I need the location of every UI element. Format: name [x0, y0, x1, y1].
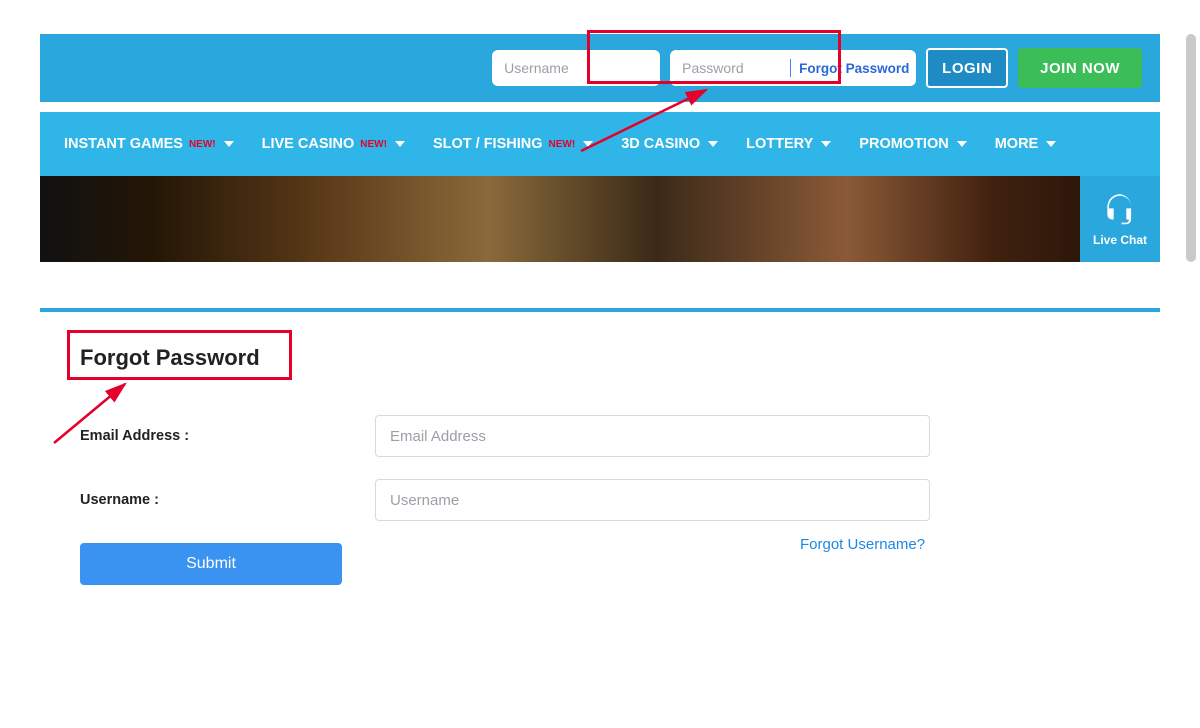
email-input[interactable] — [375, 415, 930, 457]
chevron-down-icon — [583, 141, 593, 147]
headset-icon — [1101, 191, 1139, 229]
page-title: Forgot Password — [80, 345, 260, 371]
nav-promotion[interactable]: PROMOTION — [859, 136, 966, 152]
chevron-down-icon — [821, 141, 831, 147]
live-chat-button[interactable]: Live Chat — [1080, 176, 1160, 262]
nav-label: 3D CASINO — [621, 136, 700, 152]
email-label: Email Address : — [80, 428, 375, 444]
chevron-down-icon — [395, 141, 405, 147]
username-form-input[interactable] — [375, 479, 930, 521]
forgot-password-form: Email Address : Username : Submit — [80, 415, 1120, 585]
top-bar: Forgot Password LOGIN JOIN NOW — [40, 34, 1160, 102]
form-row-email: Email Address : — [80, 415, 1120, 457]
scrollbar-thumb[interactable] — [1186, 34, 1196, 262]
forgot-password-link[interactable]: Forgot Password — [799, 61, 909, 76]
form-row-username: Username : — [80, 479, 1120, 521]
password-input[interactable] — [682, 60, 782, 76]
new-badge: NEW! — [360, 139, 387, 150]
forgot-username-link[interactable]: Forgot Username? — [800, 536, 925, 553]
promo-banner — [40, 176, 1160, 262]
password-wrap: Forgot Password — [670, 50, 916, 86]
join-now-button[interactable]: JOIN NOW — [1018, 48, 1142, 88]
login-button[interactable]: LOGIN — [926, 48, 1008, 88]
nav-more[interactable]: MORE — [995, 136, 1057, 152]
username-input[interactable] — [492, 50, 660, 86]
chevron-down-icon — [708, 141, 718, 147]
nav-instant-games[interactable]: INSTANT GAMES NEW! — [64, 136, 234, 152]
nav-bar: INSTANT GAMES NEW! LIVE CASINO NEW! SLOT… — [40, 112, 1160, 176]
nav-label: LIVE CASINO — [262, 136, 355, 152]
chevron-down-icon — [1046, 141, 1056, 147]
nav-slot-fishing[interactable]: SLOT / FISHING NEW! — [433, 136, 593, 152]
nav-label: LOTTERY — [746, 136, 813, 152]
chevron-down-icon — [224, 141, 234, 147]
nav-label: SLOT / FISHING — [433, 136, 543, 152]
nav-label: MORE — [995, 136, 1039, 152]
accent-divider — [40, 308, 1160, 312]
new-badge: NEW! — [189, 139, 216, 150]
username-label: Username : — [80, 492, 375, 508]
chevron-down-icon — [957, 141, 967, 147]
new-badge: NEW! — [549, 139, 576, 150]
nav-live-casino[interactable]: LIVE CASINO NEW! — [262, 136, 405, 152]
submit-button[interactable]: Submit — [80, 543, 342, 585]
nav-label: PROMOTION — [859, 136, 948, 152]
nav-3d-casino[interactable]: 3D CASINO — [621, 136, 718, 152]
form-row-submit: Submit — [80, 543, 1120, 585]
live-chat-label: Live Chat — [1093, 233, 1147, 247]
separator — [790, 59, 791, 77]
nav-label: INSTANT GAMES — [64, 136, 183, 152]
nav-lottery[interactable]: LOTTERY — [746, 136, 831, 152]
